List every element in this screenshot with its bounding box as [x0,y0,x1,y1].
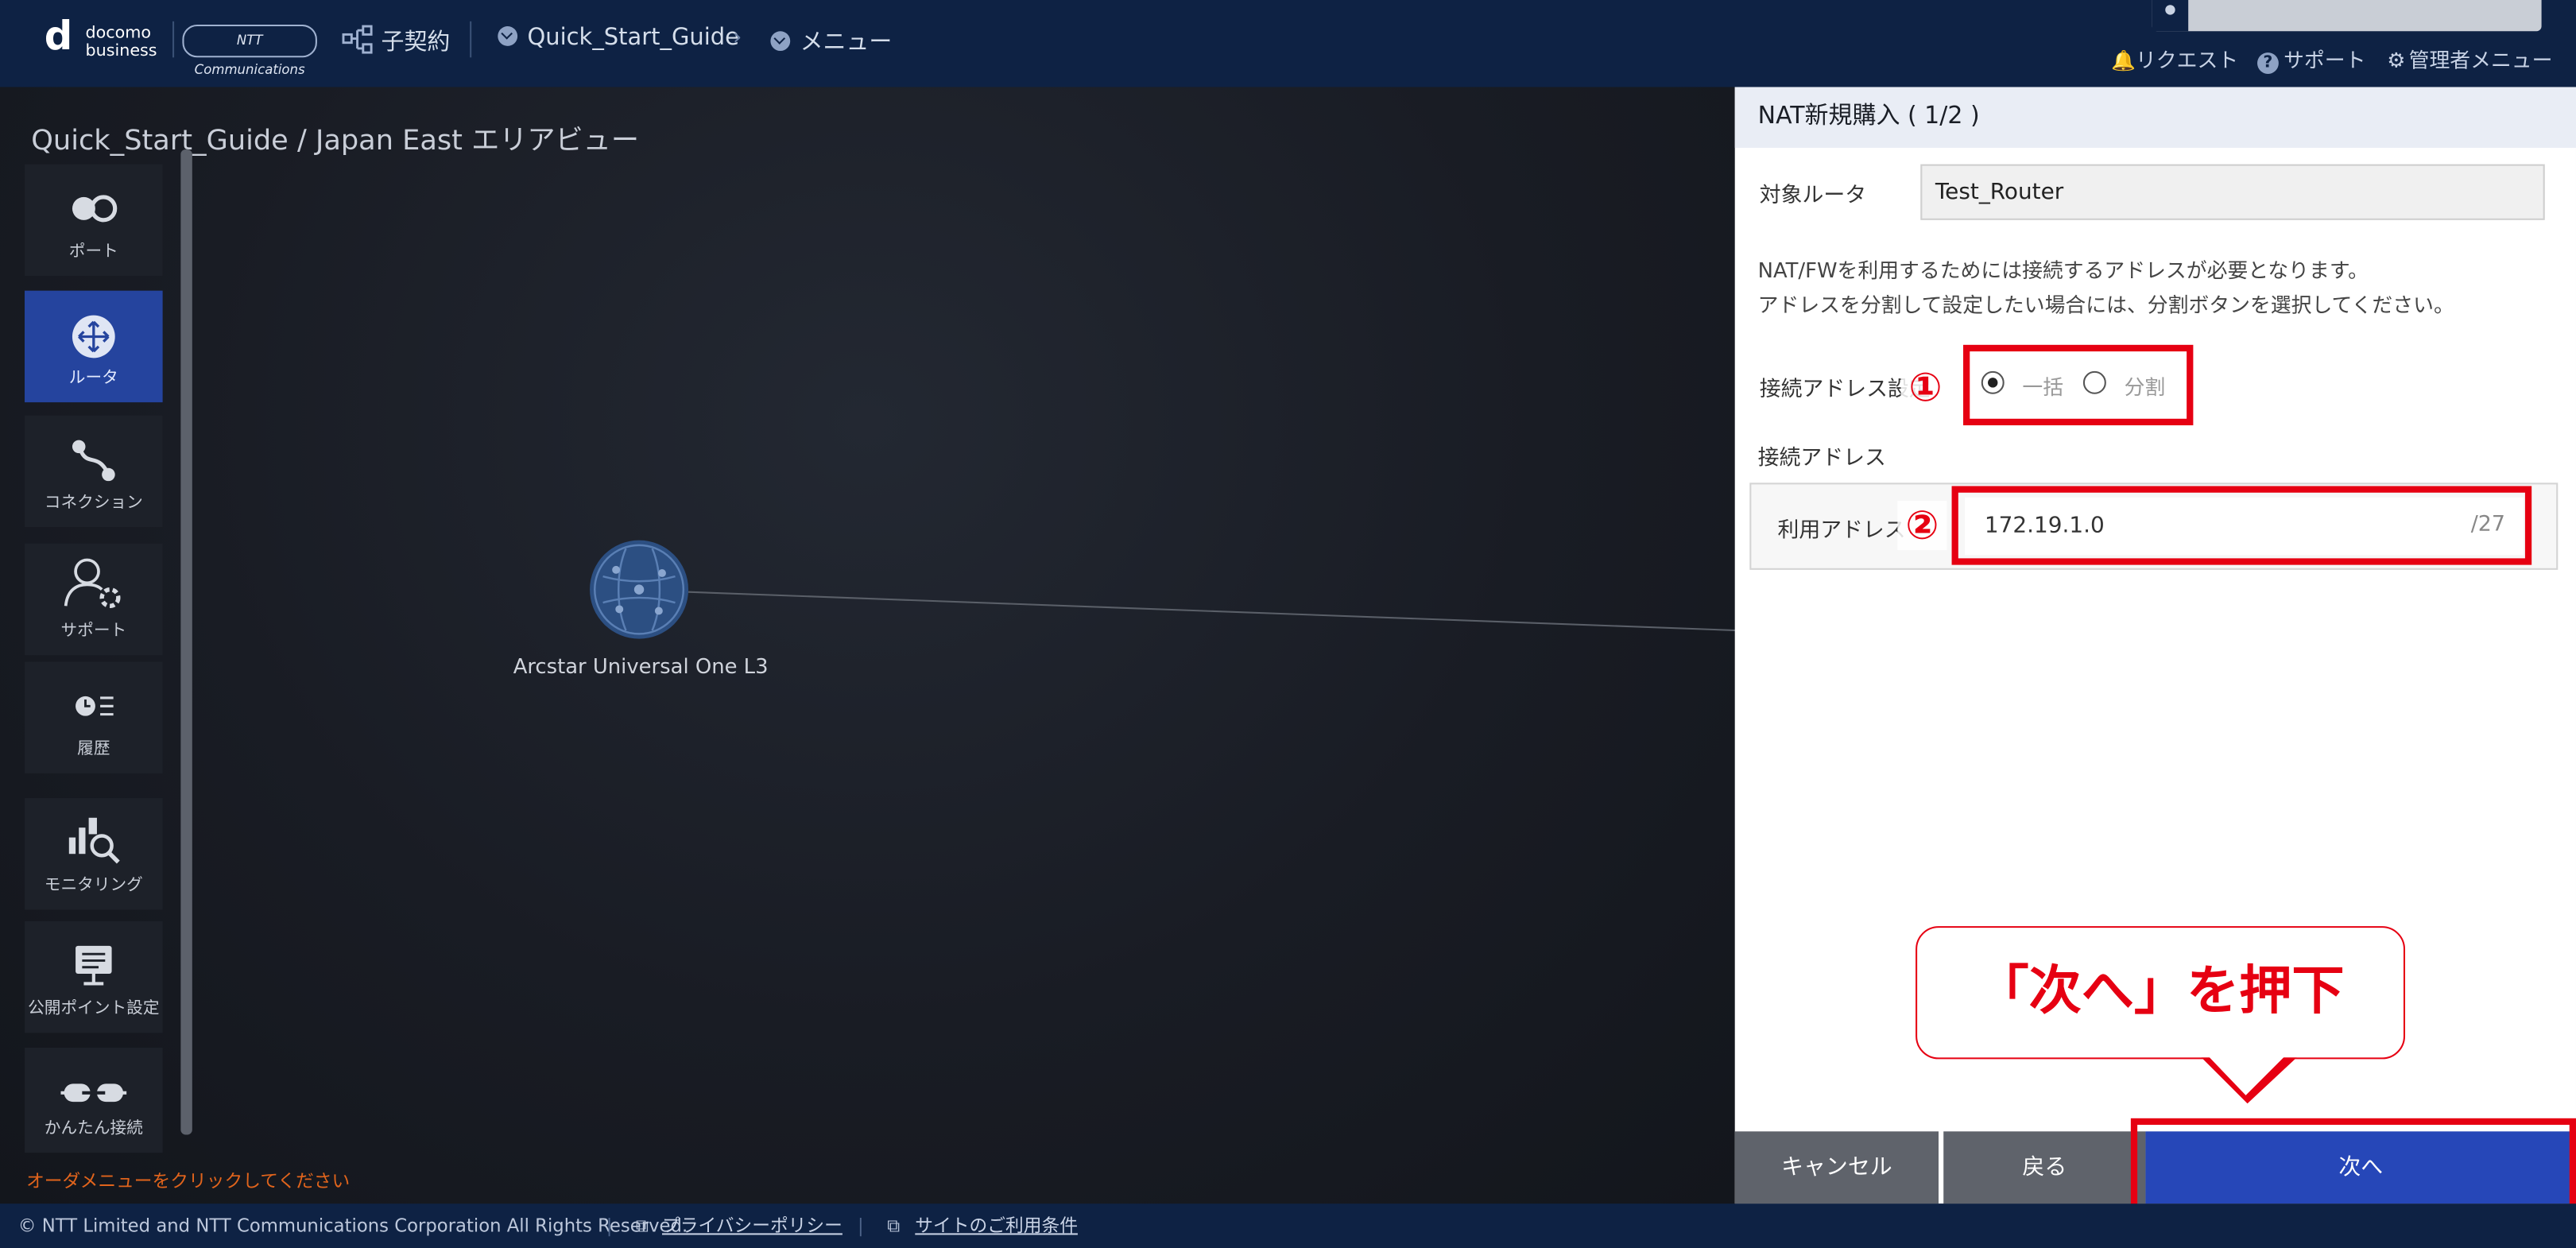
order-hint: オーダメニューをクリックしてください [26,1170,351,1192]
port-icon [25,188,163,231]
sidebar-item-port[interactable]: ポート [25,164,163,277]
notice-line: NAT/FWを利用するためには接続するアドレスが必要となります。 [1757,258,2369,283]
sidebar-item-label: ルータ [68,369,118,388]
admin-menu-link[interactable]: ⚙ 管理者メニュー [2387,43,2552,74]
router-icon [25,314,163,359]
docomo-d-mark: d [44,13,73,60]
annotation-marker-1: ① [1900,362,1950,413]
support-icon [25,556,163,612]
history-icon [25,684,163,727]
network-node[interactable] [590,540,689,639]
footer-divider: | [606,1215,613,1237]
sidebar-item-connection[interactable]: コネクション [25,415,163,528]
terms-of-use-link[interactable]: サイトのご利用条件 [915,1203,1078,1248]
logo-text-business: business [85,42,157,61]
use-address-label: 利用アドレス [1777,518,1906,544]
panel-title: NAT新規購入 ( 1/2 ) [1734,87,2576,148]
admin-menu-label: 管理者メニュー [2408,47,2553,72]
sidebar-item-label: 公開ポイント設定 [28,1000,160,1018]
sidebar-item-monitoring[interactable]: モニタリング [25,797,163,910]
sidebar-item-support[interactable]: サポート [25,543,163,656]
sidebar-item-label: コネクション [44,494,143,513]
sidebar-scrollbar[interactable] [180,149,192,1135]
sidebar-item-label: サポート [60,622,127,641]
sidebar-item-history[interactable]: 履歴 [25,661,163,773]
area-view-canvas[interactable]: Quick_Start_Guide / Japan East エリアビュー ポー… [0,87,1740,1204]
area-title: Quick_Start_Guide / Japan East エリアビュー [31,125,639,158]
public-point-icon [25,944,163,987]
notice-line: アドレスを分割して設定したい場合には、分割ボタンを選択してください。 [1757,292,2454,317]
nat-notice: NAT/FWを利用するためには接続するアドレスが必要となります。 アドレスを分割… [1758,253,2454,322]
menu-selector[interactable]: メニュー [770,25,892,57]
easy-connect-icon [25,1071,163,1114]
back-button[interactable]: 戻る [1943,1131,2146,1204]
request-link[interactable]: 🔔リクエスト [2111,43,2238,74]
support-link[interactable]: ? サポート [2257,43,2365,74]
logo-divider [172,21,175,58]
external-link-icon: ⧉ [635,1215,649,1237]
node-label: Arcstar Universal One L3 [513,653,769,679]
connection-line [688,591,1740,632]
sidebar-item-label: 履歴 [77,740,110,759]
user-account-box[interactable] [2152,0,2542,32]
sidebar-item-public-point[interactable]: 公開ポイント設定 [25,920,163,1033]
bell-icon: 🔔 [2111,48,2136,72]
external-link-icon: ⧉ [887,1215,901,1237]
footer: © NTT Limited and NTT Communications Cor… [0,1203,2576,1248]
sidebar-item-label: モニタリング [44,877,143,895]
breadcrumb-separator-icon: › [732,24,742,52]
sidebar-item-easy-connect[interactable]: かんたん接続 [25,1047,163,1153]
annotation-box-next [2130,1118,2576,1215]
sidebar-item-label: かんたん接続 [44,1119,143,1138]
support-label: サポート [2284,47,2366,72]
callout-tail-fill [2207,1056,2286,1095]
chevron-down-icon [770,31,791,52]
logo-text-docomo: docomo [85,24,152,43]
sidebar-item-router[interactable]: ルータ [25,290,163,403]
hierarchy-icon [342,25,373,54]
privacy-policy-link[interactable]: プライバシーポリシー [662,1203,843,1248]
project-selector[interactable]: Quick_Start_Guide [498,25,739,51]
request-label: リクエスト [2135,47,2239,72]
annotation-marker-2: ② [1897,501,1947,551]
contract-switch[interactable]: 子契約 [342,25,450,57]
top-bar: d docomo business NTT Communications 子契約… [0,0,2576,87]
annotation-box-radio [1963,344,2194,426]
contract-label: 子契約 [381,29,451,56]
annotation-box-address [1951,486,2532,565]
ntt-communications-logo: NTT Communications [182,24,317,77]
help-icon: ? [2257,52,2279,74]
target-router-field: Test_Router [1920,164,2545,220]
user-icon [2152,0,2189,32]
target-router-label: 対象ルータ [1759,184,1867,209]
callout-text: 「次へ」を押下 [1976,959,2345,1021]
header-divider [470,21,472,58]
cancel-button[interactable]: キャンセル [1734,1131,1939,1204]
project-label: Quick_Start_Guide [527,24,739,52]
sidebar-item-label: ポート [68,242,118,262]
menu-label: メニュー [800,29,893,56]
monitoring-icon [25,815,163,867]
globe-network-icon [593,544,685,635]
connection-icon [25,439,163,482]
gear-icon: ⚙ [2387,47,2406,72]
address-section-label: 接続アドレス [1757,446,1886,471]
footer-divider: | [857,1215,864,1237]
chevron-down-icon [498,26,518,46]
copyright: © NTT Limited and NTT Communications Cor… [17,1215,688,1237]
